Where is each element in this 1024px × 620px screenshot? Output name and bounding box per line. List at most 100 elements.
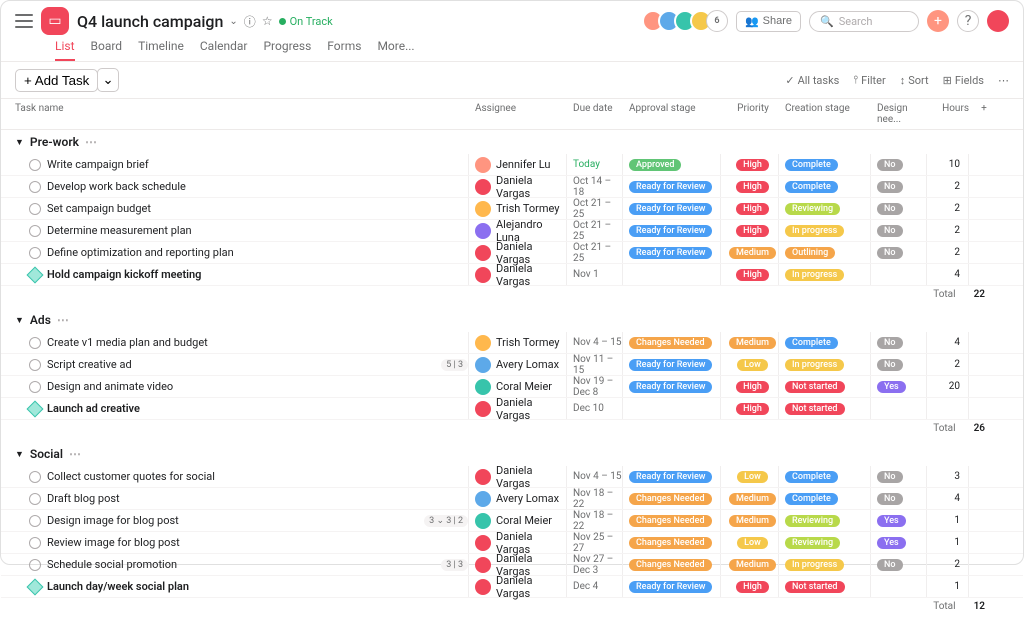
creation-stage-cell[interactable]: Complete xyxy=(779,176,871,197)
tab-more[interactable]: More... xyxy=(377,39,414,61)
design-needed-cell[interactable]: Yes xyxy=(871,376,927,397)
hours-cell[interactable]: 2 xyxy=(927,354,969,375)
priority-cell[interactable]: Low xyxy=(721,532,779,553)
complete-checkbox[interactable] xyxy=(29,471,41,483)
design-needed-cell[interactable]: No xyxy=(871,242,927,263)
tab-list[interactable]: List xyxy=(55,39,75,61)
hours-cell[interactable]: 4 xyxy=(927,264,969,285)
approval-stage-cell[interactable]: Ready for Review xyxy=(623,176,721,197)
add-new-button[interactable]: + xyxy=(927,10,949,32)
due-date-cell[interactable]: Today xyxy=(567,154,623,175)
hours-cell[interactable]: 4 xyxy=(927,332,969,353)
due-date-cell[interactable]: Oct 14 – 18 xyxy=(567,176,623,197)
assignee-cell[interactable]: Daniela Vargas xyxy=(469,264,567,285)
assignee-cell[interactable]: Trish Tormey xyxy=(469,198,567,219)
priority-cell[interactable]: Low xyxy=(721,466,779,487)
assignee-cell[interactable]: Alejandro Luna xyxy=(469,220,567,241)
complete-checkbox[interactable] xyxy=(29,515,41,527)
more-icon[interactable]: ⋯ xyxy=(57,313,69,327)
add-column-button[interactable]: + xyxy=(969,103,993,125)
due-date-cell[interactable]: Dec 4 xyxy=(567,576,623,597)
tab-board[interactable]: Board xyxy=(91,39,123,61)
approval-stage-cell[interactable]: Changes Needed xyxy=(623,532,721,553)
complete-checkbox[interactable] xyxy=(29,537,41,549)
assignee-cell[interactable]: Trish Tormey xyxy=(469,332,567,353)
approval-stage-cell[interactable]: Ready for Review xyxy=(623,220,721,241)
complete-checkbox[interactable] xyxy=(29,181,41,193)
creation-stage-cell[interactable]: Not started xyxy=(779,576,871,597)
info-icon[interactable]: ⓘ xyxy=(244,13,256,30)
task-row[interactable]: ⋮⋮ Develop work back schedule Daniela Va… xyxy=(1,176,1023,198)
hours-cell[interactable]: 1 xyxy=(927,510,969,531)
all-tasks-filter[interactable]: ✓ All tasks xyxy=(785,74,839,87)
assignee-cell[interactable]: Avery Lomax xyxy=(469,354,567,375)
approval-stage-cell[interactable]: Ready for Review xyxy=(623,198,721,219)
design-needed-cell[interactable]: No xyxy=(871,154,927,175)
approval-stage-cell[interactable] xyxy=(623,264,721,285)
col-priority[interactable]: Priority xyxy=(721,103,779,125)
task-row[interactable]: ⋮⋮ Script creative ad 5 | 3 Avery Lomax … xyxy=(1,354,1023,376)
priority-cell[interactable]: High xyxy=(721,198,779,219)
creation-stage-cell[interactable]: Complete xyxy=(779,154,871,175)
priority-cell[interactable]: Medium xyxy=(721,332,779,353)
approval-stage-cell[interactable]: Ready for Review xyxy=(623,354,721,375)
due-date-cell[interactable]: Nov 18 – 22 xyxy=(567,488,623,509)
help-button[interactable]: ? xyxy=(957,10,979,32)
chevron-down-icon[interactable]: ⌄ xyxy=(229,16,237,27)
tab-forms[interactable]: Forms xyxy=(327,39,361,61)
priority-cell[interactable]: High xyxy=(721,154,779,175)
due-date-cell[interactable]: Nov 4 – 15 xyxy=(567,466,623,487)
task-row[interactable]: ⋮⋮ Launch ad creative Daniela Vargas Dec… xyxy=(1,398,1023,420)
design-needed-cell[interactable]: No xyxy=(871,176,927,197)
creation-stage-cell[interactable]: In progress xyxy=(779,220,871,241)
assignee-cell[interactable]: Daniela Vargas xyxy=(469,176,567,197)
hours-cell[interactable]: 1 xyxy=(927,532,969,553)
approval-stage-cell[interactable]: Ready for Review xyxy=(623,242,721,263)
priority-cell[interactable]: High xyxy=(721,264,779,285)
creation-stage-cell[interactable]: Not started xyxy=(779,376,871,397)
complete-checkbox[interactable] xyxy=(29,381,41,393)
status-pill[interactable]: On Track xyxy=(279,15,333,28)
approval-stage-cell[interactable]: Changes Needed xyxy=(623,332,721,353)
design-needed-cell[interactable]: No xyxy=(871,220,927,241)
design-needed-cell[interactable]: No xyxy=(871,488,927,509)
due-date-cell[interactable]: Nov 18 – 22 xyxy=(567,510,623,531)
section-header[interactable]: ▼Ads⋯ xyxy=(1,308,1023,332)
section-header[interactable]: ▼Social⋯ xyxy=(1,442,1023,466)
priority-cell[interactable]: High xyxy=(721,398,779,419)
design-needed-cell[interactable]: No xyxy=(871,198,927,219)
hours-cell[interactable]: 2 xyxy=(927,176,969,197)
complete-checkbox[interactable] xyxy=(29,203,41,215)
approval-stage-cell[interactable]: Ready for Review xyxy=(623,376,721,397)
creation-stage-cell[interactable]: Outlining xyxy=(779,242,871,263)
assignee-cell[interactable]: Daniela Vargas xyxy=(469,242,567,263)
approval-stage-cell[interactable]: Changes Needed xyxy=(623,488,721,509)
hours-cell[interactable]: 10 xyxy=(927,154,969,175)
design-needed-cell[interactable] xyxy=(871,264,927,285)
col-due[interactable]: Due date xyxy=(567,103,623,125)
priority-cell[interactable]: High xyxy=(721,576,779,597)
due-date-cell[interactable]: Nov 25 – 27 xyxy=(567,532,623,553)
hours-cell[interactable]: 20 xyxy=(927,376,969,397)
complete-checkbox[interactable] xyxy=(29,493,41,505)
creation-stage-cell[interactable]: Reviewing xyxy=(779,510,871,531)
design-needed-cell[interactable]: No xyxy=(871,354,927,375)
fields-button[interactable]: ⊞ Fields xyxy=(943,74,984,87)
star-icon[interactable]: ☆ xyxy=(262,14,273,28)
col-stage[interactable]: Approval stage xyxy=(623,103,721,125)
creation-stage-cell[interactable]: Reviewing xyxy=(779,532,871,553)
share-button[interactable]: 👥 Share xyxy=(736,11,801,32)
priority-cell[interactable]: Low xyxy=(721,354,779,375)
complete-checkbox[interactable] xyxy=(29,359,41,371)
due-date-cell[interactable]: Dec 10 xyxy=(567,398,623,419)
assignee-cell[interactable]: Daniela Vargas xyxy=(469,532,567,553)
due-date-cell[interactable]: Nov 19 – Dec 8 xyxy=(567,376,623,397)
col-creation[interactable]: Creation stage xyxy=(779,103,871,125)
task-row[interactable]: ⋮⋮ Draft blog post Avery Lomax Nov 18 – … xyxy=(1,488,1023,510)
due-date-cell[interactable]: Oct 21 – 25 xyxy=(567,198,623,219)
creation-stage-cell[interactable]: In progress xyxy=(779,354,871,375)
creation-stage-cell[interactable]: Complete xyxy=(779,466,871,487)
design-needed-cell[interactable] xyxy=(871,398,927,419)
priority-cell[interactable]: High xyxy=(721,176,779,197)
due-date-cell[interactable]: Oct 21 – 25 xyxy=(567,220,623,241)
